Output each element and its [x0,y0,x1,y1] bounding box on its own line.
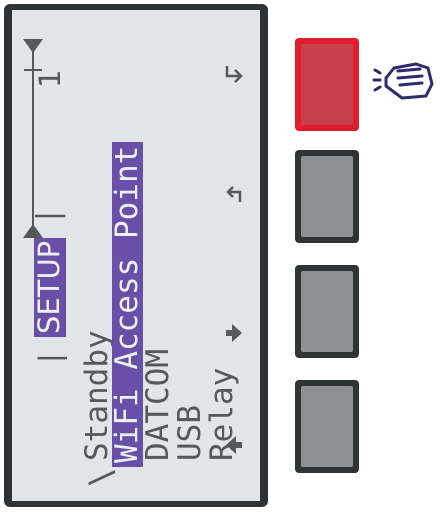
enter-icon [225,66,243,83]
menu-bullet: \ [82,467,120,487]
back-icon [226,186,242,202]
menu-item-wifi-access-point[interactable]: WiFi Access Point [109,141,145,467]
down-key[interactable] [295,265,359,358]
menu-item-usb[interactable]: USB [172,405,208,461]
page-number: 1 [33,69,67,88]
arrow-up-icon [226,436,242,454]
lcd-screen: | SETUP | 1 \ Standby WiFi Access Point … [12,10,260,501]
header-separator-left: | [33,353,67,363]
enter-key[interactable] [295,38,359,131]
header-separator-right: | [31,210,66,221]
menu-item-datcom[interactable]: DATCOM [140,349,176,461]
arrow-down-icon [226,324,242,342]
back-key[interactable] [295,150,359,243]
up-key[interactable] [295,380,359,473]
press-hand-icon [372,62,434,100]
tab-setup: SETUP [32,237,66,337]
